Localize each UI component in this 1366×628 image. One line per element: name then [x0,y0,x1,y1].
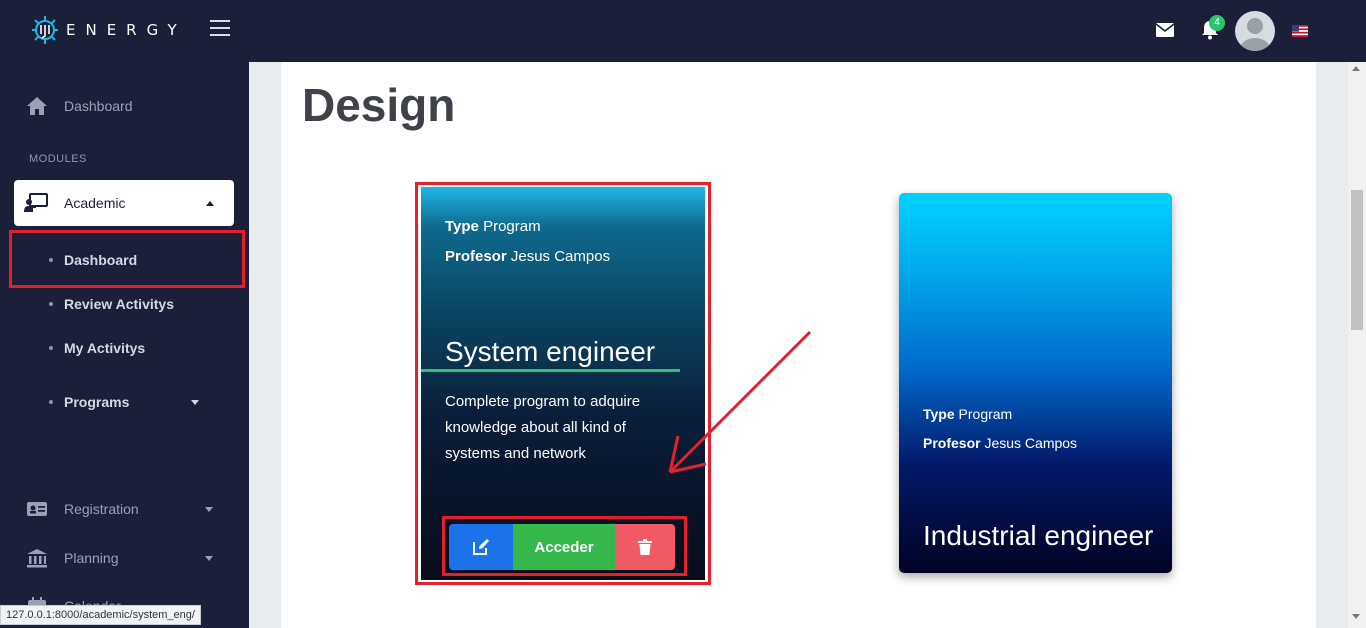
mail-icon[interactable] [1156,23,1174,37]
brand-logo[interactable]: ENERGY [30,14,187,46]
bank-icon [27,549,47,568]
page-title: Design [302,79,456,131]
delete-button[interactable] [615,524,675,570]
sidebar-subitem-label: Review Activitys [64,296,174,312]
card-title: Industrial engineer [923,520,1154,551]
sidebar-subitem-dashboard[interactable]: Dashboard [0,245,249,275]
card-title-underline [421,369,680,372]
caret-up-icon [206,200,214,206]
sidebar-item-label: Academic [64,195,126,211]
home-icon [27,97,47,115]
card-title: System engineer [445,336,656,367]
sidebar: Dashboard MODULES Academic Dashboard Rev… [0,62,249,628]
scrollbar-thumb[interactable] [1351,190,1363,330]
edit-button[interactable] [449,524,513,570]
modules-section-label: MODULES [29,153,87,165]
brand-logo-icon [32,16,58,44]
card-type: Type Program [923,406,1012,422]
trash-icon [638,539,652,555]
card-type-value: Program [958,406,1013,422]
bullet-icon [49,302,53,306]
sidebar-item-academic[interactable]: Academic [14,180,234,226]
card-professor-key: Profesor [445,248,507,265]
card-professor-value: Jesus Campos [984,435,1078,451]
bullet-icon [49,258,53,262]
notification-badge: 4 [1209,15,1225,31]
scroll-up-icon[interactable] [1352,66,1360,71]
sidebar-subitem-label: Programs [64,394,130,410]
menu-toggle-icon[interactable] [210,20,230,38]
scrollbar-track[interactable] [1348,62,1366,628]
sidebar-subitem-review-activitys[interactable]: Review Activitys [0,289,249,319]
edit-icon [473,539,489,555]
card-type: Type Program [445,218,541,235]
card-description: Complete program to adquire knowledge ab… [445,393,641,462]
bullet-icon [49,346,53,350]
us-flag-icon[interactable] [1292,25,1308,37]
link-status-bar: 127.0.0.1:8000/academic/system_eng/ [0,605,201,625]
program-card-industrial-engineer[interactable] [899,193,1172,573]
sidebar-item-dashboard[interactable]: Dashboard [0,86,249,126]
card-professor-value: Jesus Campos [510,248,611,265]
red-arrow-annotation-icon [668,330,812,474]
user-avatar[interactable] [1235,11,1275,51]
avatar-placeholder-icon [1240,18,1270,51]
caret-down-icon [191,399,199,405]
card-professor: Profesor Jesus Campos [923,435,1077,451]
caret-down-icon [205,555,213,561]
card-professor-key: Profesor [923,435,981,451]
bullet-icon [49,400,53,404]
card-type-key: Type [923,406,955,422]
teacher-board-icon [24,193,48,212]
sidebar-item-label: Planning [64,550,119,566]
sidebar-item-label: Registration [64,501,139,517]
sidebar-subitem-my-activitys[interactable]: My Activitys [0,333,249,363]
id-card-icon [27,502,47,516]
sidebar-item-label: Dashboard [64,98,133,114]
sidebar-item-planning[interactable]: Planning [0,538,249,578]
brand-name: ENERGY [66,21,187,39]
sidebar-subitem-label: Dashboard [64,252,138,268]
top-navbar: ENERGY 4 [0,0,1366,62]
sidebar-subitem-programs[interactable]: Programs [0,387,249,417]
card-type-key: Type [445,218,479,235]
scroll-down-icon[interactable] [1352,614,1360,619]
sidebar-item-registration[interactable]: Registration [0,489,249,529]
caret-down-icon [205,506,213,512]
access-button[interactable]: Acceder [513,524,615,570]
sidebar-subitem-label: My Activitys [64,340,146,356]
card-professor: Profesor Jesus Campos [445,248,610,265]
card-type-value: Program [483,218,541,235]
